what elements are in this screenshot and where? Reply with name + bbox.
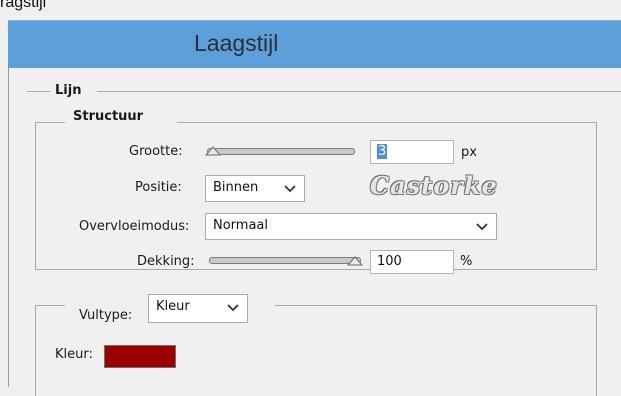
lijn-rule-right — [97, 91, 621, 92]
slider-handle-icon — [347, 256, 363, 266]
dekking-label: Dekking: — [137, 254, 195, 269]
dekking-input[interactable]: 100 — [370, 250, 454, 274]
grootte-unit: px — [461, 145, 477, 160]
chevron-down-icon — [227, 304, 239, 312]
kleur-swatch[interactable] — [104, 345, 176, 368]
positie-select[interactable]: Binnen — [205, 175, 305, 202]
vultype-select[interactable]: Kleur — [148, 294, 248, 323]
dialog-body: Lijn Structuur Grootte: 3 px Positie: Bi… — [8, 68, 621, 396]
vultype-label: Vultype: — [79, 308, 133, 323]
overvloeimodus-select[interactable]: Normaal — [205, 213, 497, 240]
kleur-label: Kleur: — [55, 347, 93, 362]
vultype-value: Kleur — [156, 299, 190, 314]
dekking-value: 100 — [377, 254, 402, 269]
dekking-slider[interactable] — [209, 257, 361, 264]
structuur-legend: Structuur — [73, 109, 144, 124]
positie-label: Positie: — [135, 180, 182, 195]
overvloeimodus-label: Overvloeimodus: — [79, 219, 190, 234]
lijn-rule-left — [27, 91, 50, 92]
slider-handle-icon — [205, 146, 221, 156]
grootte-value: 3 — [377, 144, 388, 159]
overvloeimodus-value: Normaal — [213, 218, 269, 233]
dekking-unit: % — [460, 254, 473, 269]
lijn-legend: Lijn — [55, 83, 82, 98]
chevron-down-icon — [284, 185, 296, 193]
grootte-input[interactable]: 3 — [370, 140, 454, 164]
structuur-group — [35, 122, 597, 270]
dekking-slider-handle[interactable] — [347, 256, 363, 266]
top-text-fragment: ragstijl — [0, 0, 47, 11]
window-title: Laagstijl — [194, 30, 279, 56]
title-bar[interactable]: Laagstijl — [8, 20, 621, 69]
chevron-down-icon — [476, 223, 488, 231]
castorke-watermark: Castorke — [370, 171, 498, 200]
grootte-slider-handle[interactable] — [205, 146, 221, 156]
grootte-label: Grootte: — [129, 144, 183, 159]
grootte-slider[interactable] — [207, 148, 355, 155]
positie-value: Binnen — [213, 180, 259, 195]
